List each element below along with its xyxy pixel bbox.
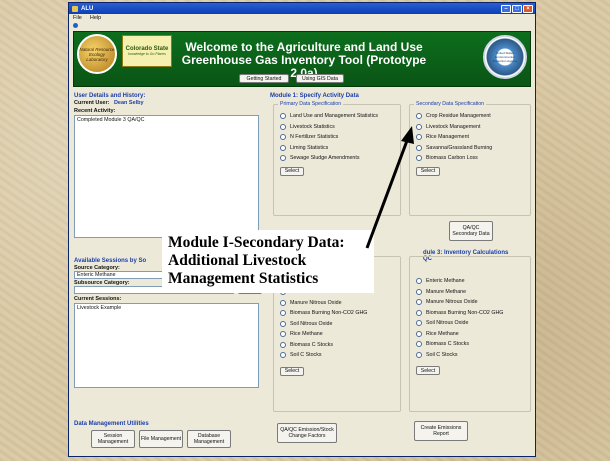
current-user-label: Current User: (74, 100, 110, 106)
radio-m2-soil-n2o[interactable]: Soil Nitrous Oxide (280, 319, 400, 330)
recent-activity-label: Recent Activity: (74, 108, 116, 114)
getting-started-button[interactable]: Getting Started (239, 74, 289, 83)
module3-group: Enteric Methane Manure Methane Manure Ni… (409, 256, 531, 412)
radio-livestock-statistics[interactable]: Livestock Statistics (280, 122, 400, 133)
menu-bar: File Help (69, 14, 535, 22)
maximize-icon[interactable]: □ (512, 4, 522, 13)
user-details-section: User Details and History: Current User: … (74, 93, 264, 253)
radio-m3-manure-methane[interactable]: Manure Methane (416, 287, 530, 298)
secondary-data-group: Secondary Data Specification Crop Residu… (409, 101, 531, 216)
data-management-section: Data Management Utilities Session Manage… (74, 421, 269, 453)
radio-savanna-burning[interactable]: Savanna/Grassland Burning (416, 143, 530, 154)
list-item[interactable]: Livestock Example (77, 305, 256, 311)
close-icon[interactable]: × (523, 4, 533, 13)
module2-select-button[interactable]: Select (280, 366, 304, 376)
toolbar (69, 22, 535, 29)
qaqc-secondary-button[interactable]: QA/QC Secondary Data (449, 221, 493, 241)
secondary-data-legend: Secondary Data Specification (414, 101, 487, 107)
current-sessions-list[interactable]: Livestock Example (74, 303, 259, 388)
primary-select-button[interactable]: Select (280, 166, 304, 176)
using-gis-button[interactable]: Using GIS Data (296, 74, 344, 83)
primary-data-legend: Primary Data Specification (278, 101, 344, 107)
epa-logo: United States Environmental Protection A… (483, 35, 527, 79)
radio-m3-manure-n2o[interactable]: Manure Nitrous Oxide (416, 297, 530, 308)
app-icon (72, 5, 78, 12)
create-emissions-report-button[interactable]: Create Emissions Report (414, 421, 468, 441)
recent-activity-list[interactable]: Completed Module 3 QA/QC (74, 115, 259, 238)
qaqc-emission-button[interactable]: QA/QC Emission/Stock Change Factors (277, 423, 337, 443)
radio-land-use[interactable]: Land Use and Management Statistics (280, 111, 400, 122)
globe-icon[interactable] (73, 23, 78, 28)
radio-liming[interactable]: Liming Statistics (280, 143, 400, 154)
list-item[interactable]: Completed Module 3 QA/QC (77, 117, 256, 123)
module3-select-button[interactable]: Select (416, 366, 440, 375)
primary-data-group: Primary Data Specification Land Use and … (273, 101, 401, 216)
window-title: ALU (81, 5, 94, 12)
radio-m2-biomass-c[interactable]: Biomass C Stocks (280, 340, 400, 351)
radio-m3-soil-n2o[interactable]: Soil Nitrous Oxide (416, 318, 530, 329)
radio-biomass-carbon-loss[interactable]: Biomass Carbon Loss (416, 153, 530, 164)
radio-crop-residue[interactable]: Crop Residue Management (416, 111, 530, 122)
radio-rice-management[interactable]: Rice Management (416, 132, 530, 143)
csu-logo: Colorado State knowledge to Go Places (122, 35, 172, 67)
minimize-icon[interactable]: – (501, 4, 511, 13)
current-sessions-label: Current Sessions: (74, 296, 122, 302)
nrel-logo: Natural Resource Ecology Laboratory (77, 34, 117, 74)
module1-title: Module 1: Specify Activity Data (270, 93, 359, 99)
radio-m2-manure-n2o[interactable]: Manure Nitrous Oxide (280, 298, 400, 309)
welcome-banner: Natural Resource Ecology Laboratory Colo… (73, 31, 531, 87)
title-bar: ALU – □ × (69, 3, 535, 14)
annotation-callout: Module I-Secondary Data: Additional Live… (162, 230, 374, 293)
menu-file[interactable]: File (73, 15, 82, 21)
database-management-button[interactable]: Database Management (187, 430, 231, 448)
radio-livestock-management[interactable]: Livestock Management (416, 122, 530, 133)
file-management-button[interactable]: File Management (139, 430, 183, 448)
secondary-select-button[interactable]: Select (416, 166, 440, 176)
session-management-button[interactable]: Session Management (91, 430, 135, 448)
radio-m2-biomass-burning[interactable]: Biomass Burning Non-CO2 GHG (280, 308, 400, 319)
data-management-title: Data Management Utilities (74, 421, 149, 427)
radio-m3-enteric-methane[interactable]: Enteric Methane (416, 276, 530, 287)
radio-m2-soil-c[interactable]: Soil C Stocks (280, 350, 400, 361)
menu-help[interactable]: Help (90, 15, 101, 21)
radio-m3-biomass-burning[interactable]: Biomass Burning Non-CO2 GHG (416, 308, 530, 319)
radio-m3-biomass-c[interactable]: Biomass C Stocks (416, 339, 530, 350)
current-user-value: Dean Selby (113, 100, 144, 106)
radio-m3-rice-methane[interactable]: Rice Methane (416, 329, 530, 340)
user-details-title: User Details and History: (74, 93, 146, 99)
radio-n-fertilizer[interactable]: N Fertilizer Statistics (280, 132, 400, 143)
radio-m3-soil-c[interactable]: Soil C Stocks (416, 350, 530, 361)
radio-m2-rice-methane[interactable]: Rice Methane (280, 329, 400, 340)
radio-sewage-sludge[interactable]: Sewage Sludge Amendments (280, 153, 400, 164)
